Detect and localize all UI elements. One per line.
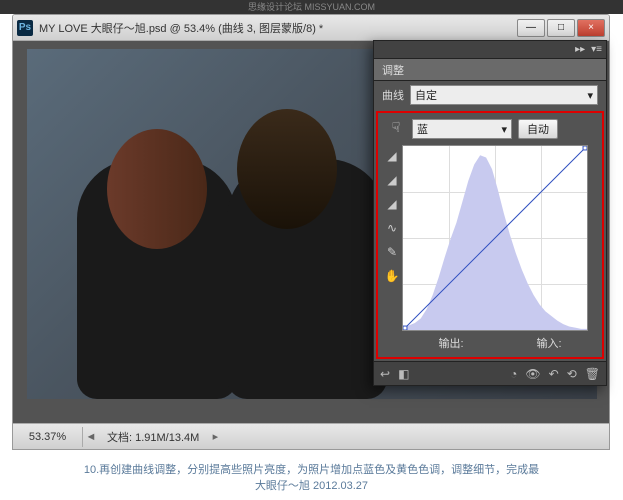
- caption-line2: 大眼仔～旭 2012.03.27: [0, 478, 623, 494]
- channel-select[interactable]: 蓝▾: [412, 119, 512, 139]
- channel-row: ☟ 蓝▾ 自动: [382, 117, 598, 141]
- panel-footer: ↩ ◧ ◔ 👁 ↶ ⟲ 🗑: [374, 361, 606, 385]
- curve-point-icon[interactable]: ∿: [384, 221, 400, 237]
- auto-button[interactable]: 自动: [518, 119, 558, 139]
- trash-icon[interactable]: 🗑: [585, 367, 600, 381]
- previous-icon[interactable]: ↶: [549, 367, 559, 381]
- curve-tools: ◢ ◢ ◢ ∿ ✎ ✋: [382, 145, 402, 331]
- adjustment-type-label: 曲线: [382, 87, 404, 103]
- curve-editor: ◢ ◢ ◢ ∿ ✎ ✋: [382, 145, 598, 331]
- head-left: [107, 129, 207, 249]
- adjustment-type-row: 曲线 自定 ▾: [374, 81, 606, 109]
- caption-line1: 10.再创建曲线调整，分别提高些照片亮度，为照片增加点蓝色及黄色色调，调整细节，…: [0, 462, 623, 478]
- io-readout: 输出: 输入:: [382, 331, 598, 353]
- targeted-adjust-icon[interactable]: ☟: [386, 119, 406, 139]
- head-right: [237, 109, 337, 229]
- document-title: MY LOVE 大眼仔～旭.psd @ 53.4% (曲线 3, 图层蒙版/8)…: [39, 20, 517, 36]
- document-info: 文档: 1.91M/13.4M: [99, 429, 207, 445]
- close-button[interactable]: ×: [577, 19, 605, 37]
- status-bar: 53.37% ◄ 文档: 1.91M/13.4M ▸: [13, 423, 609, 449]
- eyedropper-white-icon[interactable]: ◢: [384, 197, 400, 213]
- zoom-level[interactable]: 53.37%: [13, 427, 83, 447]
- preset-value: 自定: [415, 87, 437, 103]
- expand-icon[interactable]: ◧: [398, 367, 409, 381]
- eyedropper-black-icon[interactable]: ◢: [384, 149, 400, 165]
- clip-icon[interactable]: ◔: [510, 367, 517, 381]
- curve-line: [403, 146, 587, 330]
- reset-icon[interactable]: ⟲: [567, 367, 577, 381]
- preset-select[interactable]: 自定 ▾: [410, 85, 598, 105]
- input-label: 输入:: [536, 335, 561, 351]
- window-buttons: — □ ×: [517, 19, 605, 37]
- adjustments-panel: ▸▸ ▾≡ 调整 曲线 自定▾ ☟ 蓝▾ 自动 ◢ ◢ ◢ ∿ ✎ ✋: [373, 40, 607, 386]
- scroll-left-icon[interactable]: ◄: [83, 431, 99, 443]
- panel-tab-adjustments[interactable]: 调整: [374, 59, 606, 81]
- curve-graph[interactable]: [402, 145, 588, 331]
- chevron-down-icon: ▾: [501, 123, 507, 136]
- tutorial-caption: 10.再创建曲线调整，分别提高些照片亮度，为照片增加点蓝色及黄色色调，调整细节，…: [0, 462, 623, 494]
- info-more-icon[interactable]: ▸: [207, 430, 223, 443]
- minimize-button[interactable]: —: [517, 19, 545, 37]
- channel-value: 蓝: [417, 121, 428, 137]
- panel-menu-icon[interactable]: ▾≡: [591, 44, 602, 55]
- visibility-icon[interactable]: 👁: [525, 367, 540, 381]
- output-label: 输出:: [438, 335, 463, 351]
- return-icon[interactable]: ↩: [380, 367, 390, 381]
- panel-header: ▸▸ ▾≡: [374, 41, 606, 59]
- source-watermark: 思缘设计论坛 MISSYUAN.COM: [0, 0, 623, 14]
- hand-tool-icon[interactable]: ✋: [384, 269, 400, 285]
- highlighted-section: ☟ 蓝▾ 自动 ◢ ◢ ◢ ∿ ✎ ✋: [376, 111, 604, 359]
- app-icon: Ps: [17, 20, 33, 36]
- maximize-button[interactable]: □: [547, 19, 575, 37]
- titlebar: Ps MY LOVE 大眼仔～旭.psd @ 53.4% (曲线 3, 图层蒙版…: [13, 15, 609, 41]
- chevron-down-icon: ▾: [587, 89, 593, 102]
- curve-draw-icon[interactable]: ✎: [384, 245, 400, 261]
- eyedropper-gray-icon[interactable]: ◢: [384, 173, 400, 189]
- collapse-icon[interactable]: ▸▸: [575, 44, 585, 55]
